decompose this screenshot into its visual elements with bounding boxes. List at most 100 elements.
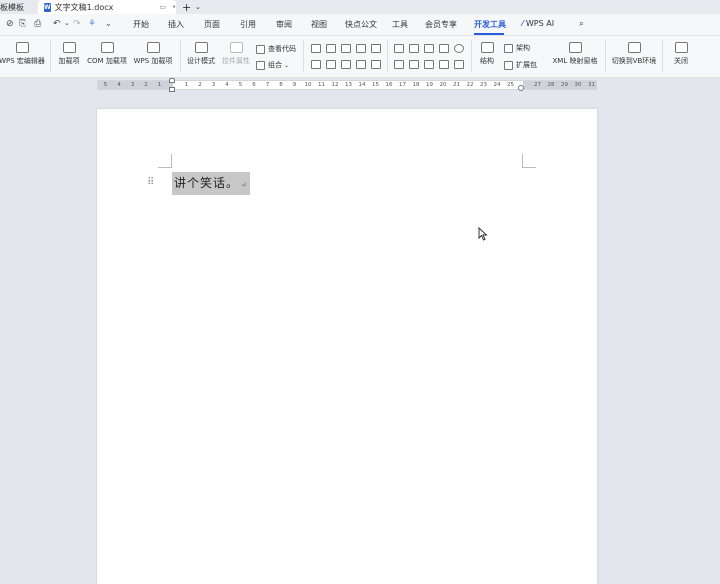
ruler-number: 2 <box>198 82 202 88</box>
indent-marker[interactable] <box>169 78 175 94</box>
vb-icon <box>627 42 641 53</box>
ribbon-separator <box>387 40 388 72</box>
word-doc-icon: W <box>44 2 51 12</box>
ribbon-separator <box>50 40 51 72</box>
ruler-number: 20 <box>439 82 447 88</box>
xml-mapping-label: XML 映射窗格 <box>552 57 598 65</box>
close-developer-button[interactable]: 关闭 <box>670 42 692 66</box>
com-addins-button[interactable]: COM 加载项 <box>86 42 128 66</box>
undo-icon[interactable]: ↶ <box>53 19 61 29</box>
combo-control-icon[interactable] <box>439 44 449 53</box>
close-tab-icon[interactable]: • <box>172 3 176 11</box>
rich-text-control-icon[interactable] <box>326 44 336 53</box>
file-icon[interactable]: ⊘ <box>6 19 14 29</box>
ruler-number: 1 <box>157 82 162 88</box>
ruler-number: 15 <box>372 82 379 88</box>
expansion-pack-button[interactable]: 扩展包 <box>504 60 537 70</box>
ribbon-separator <box>180 40 181 72</box>
print-icon[interactable]: ⎙ <box>34 19 41 29</box>
save-icon[interactable]: ⎘ <box>19 19 26 29</box>
design-mode-icon <box>194 42 208 53</box>
picture-control-icon[interactable] <box>341 44 351 53</box>
expansion-pack-label: 扩展包 <box>516 61 537 69</box>
ruler-number: 31 <box>588 82 595 88</box>
group-label: 组合 <box>268 61 282 69</box>
ruler-number: 2 <box>144 82 148 88</box>
design-mode-button[interactable]: 设计模式 <box>185 42 217 66</box>
menu-page[interactable]: 页面 <box>204 19 220 30</box>
document-page[interactable]: ⠿ 讲个笑话。 ↵ <box>97 109 597 584</box>
wps-macro-editor-button[interactable]: WPS 宏编辑器 <box>0 42 45 66</box>
repeating-section-control-icon[interactable] <box>371 60 381 69</box>
document-text: 讲个笑话。 <box>174 176 240 190</box>
checkbox-control-icon[interactable] <box>371 44 381 53</box>
menu-wps-ai[interactable]: ⁄ WPS AI <box>522 19 554 28</box>
mouse-cursor-icon <box>478 227 488 241</box>
com-cube-icon <box>100 42 114 53</box>
menu-wps-ai-label: WPS AI <box>525 19 555 28</box>
group-button[interactable]: 组合 ⌄ <box>256 60 289 70</box>
view-code-button[interactable]: 查看代码 <box>256 44 296 54</box>
combo-box-control-icon[interactable] <box>356 44 366 53</box>
addins-button[interactable]: 加载项 <box>56 42 82 66</box>
spin-control-icon[interactable] <box>454 60 464 69</box>
tab-template[interactable]: 板模板 <box>0 0 36 14</box>
drag-handle-icon[interactable]: ⠿ <box>147 177 154 188</box>
tab-document[interactable]: W 文字文稿1.docx ▭ • <box>38 0 176 14</box>
format-painter-icon[interactable]: ⚘ <box>88 19 96 29</box>
image-control-icon[interactable] <box>394 60 404 69</box>
menu-tools[interactable]: 工具 <box>392 19 408 30</box>
building-block-control-icon[interactable] <box>356 60 366 69</box>
frame-control-icon[interactable] <box>424 60 434 69</box>
control-properties-button[interactable]: 控件属性 <box>220 42 252 66</box>
wps-addins-button[interactable]: WPS 加载项 <box>133 42 173 66</box>
dropdown-control-icon[interactable] <box>326 60 336 69</box>
menu-quick-doc[interactable]: 快点公文 <box>345 19 377 30</box>
ruler-number: 25 <box>507 82 514 88</box>
tab-list-chevron-icon[interactable]: ⌄ <box>195 0 201 14</box>
ruler-number: 5 <box>238 82 243 88</box>
wps-addins-label: WPS 加载项 <box>133 57 173 65</box>
search-icon[interactable]: ⌕ <box>579 19 584 29</box>
menu-view[interactable]: 视图 <box>311 19 327 30</box>
com-addins-label: COM 加载项 <box>87 57 127 65</box>
ribbon-separator <box>471 40 472 72</box>
text-control-icon[interactable] <box>311 44 321 53</box>
margin-corner-top-left <box>158 154 172 168</box>
list-box-control-icon[interactable] <box>424 44 434 53</box>
selected-paragraph-text[interactable]: 讲个笑话。 ↵ <box>172 172 250 195</box>
switch-vb-button[interactable]: 切换到VB环境 <box>611 42 657 66</box>
date-control-icon[interactable] <box>341 60 351 69</box>
monitor-icon[interactable]: ▭ <box>159 3 166 11</box>
xml-mapping-pane-button[interactable]: XML 映射窗格 <box>551 42 599 66</box>
new-tab-button[interactable]: + <box>182 0 191 14</box>
menu-bar: ⊘ ⎘ ⎙ ↶ ⌄ ↷ ⚘ ⌄ 开始 插入 页面 引用 审阅 视图 快点公文 工… <box>0 14 720 36</box>
ruler-number: 12 <box>331 82 339 88</box>
macro-editor-icon <box>15 42 29 53</box>
radio-control-icon[interactable] <box>454 44 464 53</box>
scrollbar-control-icon[interactable] <box>439 60 449 69</box>
menu-developer[interactable]: 开发工具 <box>474 19 506 30</box>
menu-references[interactable]: 引用 <box>240 19 256 30</box>
button-control-icon[interactable] <box>394 44 404 53</box>
ruler-number: 14 <box>358 82 366 88</box>
right-indent-marker[interactable] <box>518 85 524 91</box>
check-control-icon[interactable] <box>409 44 419 53</box>
menu-insert[interactable]: 插入 <box>168 19 184 30</box>
structure-button[interactable]: 结构 <box>477 42 497 66</box>
label-control-icon[interactable] <box>409 60 419 69</box>
design-mode-label: 设计模式 <box>187 57 215 65</box>
menu-member[interactable]: 会员专享 <box>425 19 457 30</box>
undo-dropdown-icon[interactable]: ⌄ <box>64 19 70 27</box>
plain-text-control-icon[interactable] <box>311 60 321 69</box>
ruler-number: 4 <box>117 82 121 88</box>
ruler-number: 23 <box>480 82 487 88</box>
margin-corner-top-right <box>522 154 536 168</box>
ribbon-separator <box>303 40 304 72</box>
menu-review[interactable]: 审阅 <box>276 19 292 30</box>
schema-button[interactable]: 架构 <box>504 43 530 53</box>
more-quick-access-icon[interactable]: ⌄ <box>105 19 112 28</box>
redo-icon[interactable]: ↷ <box>73 19 81 29</box>
ruler-number: 4 <box>225 82 229 88</box>
menu-home[interactable]: 开始 <box>133 19 149 30</box>
